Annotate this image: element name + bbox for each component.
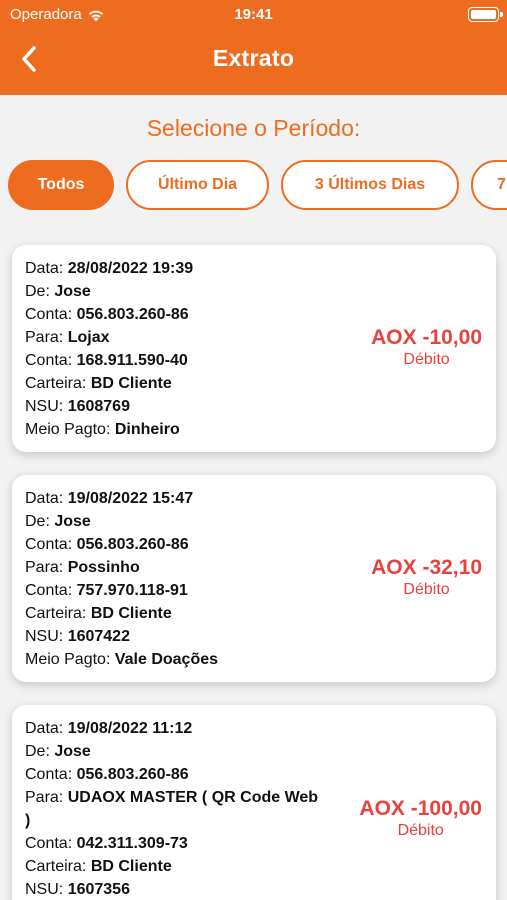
from-value: Jose bbox=[54, 513, 91, 530]
chip-3-ultimos-dias[interactable]: 3 Últimos Dias bbox=[281, 160, 459, 210]
date-value: 19/08/2022 11:12 bbox=[67, 720, 193, 737]
wallet-value: BD Cliente bbox=[90, 858, 172, 875]
date-value: 28/08/2022 19:39 bbox=[67, 260, 194, 277]
date-row: Data: 19/08/2022 15:47 bbox=[25, 490, 194, 507]
to-value: Possinho bbox=[67, 559, 140, 576]
from-account-value: 056.803.260-86 bbox=[76, 766, 189, 783]
transaction-card[interactable]: Data: 19/08/2022 15:47 De: Jose Conta: 0… bbox=[12, 475, 496, 682]
wallet-row: Carteira: BD Cliente bbox=[25, 605, 172, 622]
transaction-details: Data: 28/08/2022 19:39 De: Jose Conta: 0… bbox=[25, 257, 325, 441]
app-header: Operadora 19:41 Extrato bbox=[0, 0, 507, 95]
nsu-row: NSU: 1607356 bbox=[25, 881, 130, 898]
amount-value: AOX -100,00 bbox=[359, 797, 482, 820]
to-account-value: 757.970.118-91 bbox=[76, 582, 188, 599]
wallet-value: BD Cliente bbox=[90, 375, 172, 392]
chip-7-ultimos-dias[interactable]: 7 bbox=[471, 160, 507, 210]
date-row: Data: 28/08/2022 19:39 bbox=[25, 260, 194, 277]
nsu-row: NSU: 1607422 bbox=[25, 628, 130, 645]
date-value: 19/08/2022 15:47 bbox=[67, 490, 194, 507]
transaction-type: Débito bbox=[403, 581, 450, 598]
to-value: UDAOX MASTER ( QR Code Web ) bbox=[25, 789, 319, 829]
amount-block: AOX -10,00 Débito bbox=[371, 326, 482, 369]
period-chips: Todos Último Dia 3 Últimos Dias 7 bbox=[0, 160, 507, 212]
nsu-value: 1607422 bbox=[67, 628, 130, 645]
nsu-value: 1607356 bbox=[67, 881, 130, 898]
transaction-card[interactable]: Data: 28/08/2022 19:39 De: Jose Conta: 0… bbox=[12, 245, 496, 452]
from-row: De: Jose bbox=[25, 743, 91, 760]
nsu-value: 1608769 bbox=[67, 398, 130, 415]
to-row: Para: UDAOX MASTER ( QR Code Web ) bbox=[25, 789, 319, 829]
amount-value: AOX -32,10 bbox=[371, 556, 482, 579]
from-account-value: 056.803.260-86 bbox=[76, 536, 189, 553]
status-bar: Operadora 19:41 bbox=[0, 0, 507, 30]
to-row: Para: Lojax bbox=[25, 329, 110, 346]
to-account-row: Conta: 168.911.590-40 bbox=[25, 352, 188, 369]
payment-method-row: Meio Pagto: Vale Doações bbox=[25, 651, 219, 668]
transaction-type: Débito bbox=[403, 351, 450, 368]
wallet-value: BD Cliente bbox=[90, 605, 172, 622]
to-account-row: Conta: 042.311.309-73 bbox=[25, 835, 188, 852]
from-account-row: Conta: 056.803.260-86 bbox=[25, 536, 189, 553]
from-value: Jose bbox=[54, 743, 91, 760]
payment-method-row: Meio Pagto: Dinheiro bbox=[25, 421, 180, 438]
from-account-value: 056.803.260-86 bbox=[76, 306, 189, 323]
chip-ultimo-dia[interactable]: Último Dia bbox=[126, 160, 269, 210]
from-account-row: Conta: 056.803.260-86 bbox=[25, 306, 189, 323]
to-row: Para: Possinho bbox=[25, 559, 140, 576]
payment-method-value: Dinheiro bbox=[114, 421, 180, 438]
from-value: Jose bbox=[54, 283, 91, 300]
from-account-row: Conta: 056.803.260-86 bbox=[25, 766, 189, 783]
date-row: Data: 19/08/2022 11:12 bbox=[25, 720, 193, 737]
to-account-value: 168.911.590-40 bbox=[76, 352, 188, 369]
amount-block: AOX -32,10 Débito bbox=[371, 556, 482, 599]
wallet-row: Carteira: BD Cliente bbox=[25, 375, 172, 392]
transaction-details: Data: 19/08/2022 15:47 De: Jose Conta: 0… bbox=[25, 487, 325, 671]
nsu-row: NSU: 1608769 bbox=[25, 398, 130, 415]
from-row: De: Jose bbox=[25, 513, 91, 530]
to-value: Lojax bbox=[67, 329, 110, 346]
status-time: 19:41 bbox=[234, 6, 273, 23]
transaction-details: Data: 19/08/2022 11:12 De: Jose Conta: 0… bbox=[25, 717, 325, 900]
amount-block: AOX -100,00 Débito bbox=[359, 797, 482, 840]
transaction-type: Débito bbox=[397, 822, 444, 839]
battery-icon bbox=[468, 7, 503, 22]
from-row: De: Jose bbox=[25, 283, 91, 300]
payment-method-value: Vale Doações bbox=[114, 651, 219, 668]
to-account-row: Conta: 757.970.118-91 bbox=[25, 582, 188, 599]
to-account-value: 042.311.309-73 bbox=[76, 835, 188, 852]
chip-todos[interactable]: Todos bbox=[8, 160, 114, 210]
page-title: Extrato bbox=[212, 45, 295, 71]
period-label: Selecione o Período: bbox=[146, 115, 361, 141]
amount-value: AOX -10,00 bbox=[371, 326, 482, 349]
wallet-row: Carteira: BD Cliente bbox=[25, 858, 172, 875]
transaction-card[interactable]: Data: 19/08/2022 11:12 De: Jose Conta: 0… bbox=[12, 705, 496, 900]
